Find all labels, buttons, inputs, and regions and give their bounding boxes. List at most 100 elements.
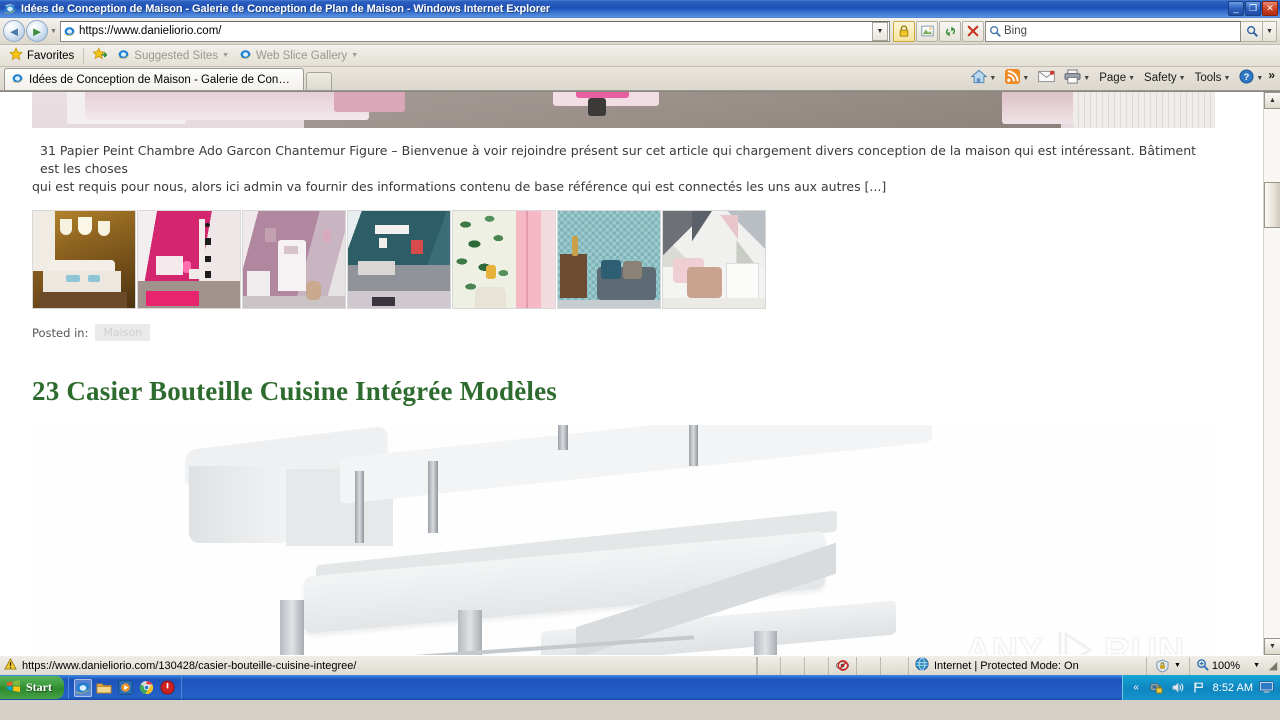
address-input[interactable]: https://www.danieliorio.com/ xyxy=(79,25,872,37)
star-icon xyxy=(9,47,23,64)
forward-button[interactable]: ► xyxy=(26,20,48,42)
taskbar-chrome-icon[interactable] xyxy=(137,679,155,697)
zoom-level-label: 100% xyxy=(1211,659,1241,672)
taskbar-folder-icon[interactable] xyxy=(95,679,113,697)
search-go-button[interactable] xyxy=(1241,20,1263,42)
thumbnail-image[interactable] xyxy=(347,210,451,309)
recent-pages-caret[interactable]: ▼ xyxy=(50,28,57,35)
flag-icon[interactable] xyxy=(1192,680,1207,695)
chevron-down-icon[interactable]: ▼ xyxy=(1253,662,1260,669)
tab-bar: Idées de Conception de Maison - Galerie … xyxy=(0,67,1280,91)
scrollbar-thumb[interactable] xyxy=(1264,182,1280,228)
hero-wall-panel xyxy=(1073,92,1215,128)
watermark-text-right: RUN xyxy=(1103,629,1185,655)
home-button[interactable]: ▼ xyxy=(967,68,1000,88)
browser-content-area: 31 Papier Peint Chambre Ado Garcon Chant… xyxy=(0,91,1280,655)
print-button[interactable]: ▼ xyxy=(1060,68,1094,88)
chevron-down-icon[interactable]: ▼ xyxy=(1128,75,1135,82)
thumbnail-image[interactable] xyxy=(32,210,136,309)
search-box[interactable]: Bing xyxy=(985,20,1241,42)
chevron-down-icon[interactable]: ▼ xyxy=(1083,75,1090,82)
show-hidden-icons-button[interactable]: « xyxy=(1129,680,1144,695)
start-button[interactable]: Start xyxy=(0,676,64,699)
help-button[interactable]: ? ▼ xyxy=(1235,68,1267,88)
thumbnail-image[interactable] xyxy=(557,210,661,309)
safety-menu-button[interactable]: Safety ▼ xyxy=(1140,68,1190,88)
scroll-down-button[interactable]: ▼ xyxy=(1264,638,1280,655)
chevron-down-icon[interactable]: ▼ xyxy=(1223,75,1230,82)
window-title-bar[interactable]: Idées de Conception de Maison - Galerie … xyxy=(0,0,1280,18)
window-title-text: Idées de Conception de Maison - Galerie … xyxy=(21,3,551,15)
close-button[interactable]: ✕ xyxy=(1262,1,1278,16)
security-zone-area[interactable]: Internet | Protected Mode: On xyxy=(909,657,1146,674)
chevron-down-icon[interactable]: ▼ xyxy=(1022,75,1029,82)
tab-active[interactable]: Idées de Conception de Maison - Galerie … xyxy=(4,68,304,90)
quick-launch-bar xyxy=(68,676,182,699)
network-icon[interactable] xyxy=(1150,680,1165,695)
status-bar: https://www.danieliorio.com/130428/casie… xyxy=(0,655,1280,675)
thumbnail-image[interactable] xyxy=(452,210,556,309)
zoom-control[interactable]: 100% ▼ xyxy=(1190,658,1266,674)
status-cell-5 xyxy=(881,656,909,675)
chevron-down-icon[interactable]: ▼ xyxy=(1174,662,1181,669)
stop-icon[interactable] xyxy=(962,20,984,42)
page-menu-button[interactable]: Page ▼ xyxy=(1095,68,1139,88)
volume-icon[interactable] xyxy=(1171,680,1186,695)
new-tab-button[interactable] xyxy=(306,72,332,90)
category-tag-link[interactable]: Maison xyxy=(95,324,151,341)
popup-blocked-icon[interactable] xyxy=(829,656,857,675)
chevron-down-icon[interactable]: ▼ xyxy=(989,75,996,82)
resize-grip[interactable]: ◢ xyxy=(1266,659,1280,672)
safety-menu-label: Safety xyxy=(1144,72,1177,84)
thumbnail-image[interactable] xyxy=(137,210,241,309)
rss-icon xyxy=(1005,69,1021,87)
web-slice-gallery-label: Web Slice Gallery xyxy=(256,49,348,62)
chevron-down-icon[interactable]: ▼ xyxy=(1179,75,1186,82)
compatibility-view-icon[interactable] xyxy=(916,20,938,42)
thumbnail-gallery xyxy=(32,210,1263,309)
protected-mode-button[interactable]: ▼ xyxy=(1145,656,1190,675)
taskbar-clock[interactable]: 8:52 AM xyxy=(1213,682,1253,694)
tools-menu-label: Tools xyxy=(1194,72,1222,84)
windows-logo-icon xyxy=(6,679,21,697)
feeds-button[interactable]: ▼ xyxy=(1001,68,1033,88)
status-cell-1 xyxy=(757,656,781,675)
taskbar-internet-explorer-icon[interactable] xyxy=(74,678,92,697)
thumbnail-image[interactable] xyxy=(662,210,766,309)
add-to-favorites-bar-button[interactable] xyxy=(88,47,112,65)
status-cell-3 xyxy=(805,656,829,675)
search-dropdown-button[interactable]: ▼ xyxy=(1263,20,1277,42)
web-slice-gallery-button[interactable]: Web Slice Gallery ▼ xyxy=(234,47,363,65)
search-input[interactable]: Bing xyxy=(1004,25,1027,37)
mail-icon xyxy=(1038,70,1056,86)
chevron-down-icon[interactable]: ▼ xyxy=(222,52,229,59)
scroll-up-button[interactable]: ▲ xyxy=(1264,92,1280,109)
chevron-down-icon[interactable]: ▼ xyxy=(351,52,358,59)
taskbar-media-player-icon[interactable] xyxy=(116,679,134,697)
suggested-sites-button[interactable]: Suggested Sites ▼ xyxy=(112,47,234,65)
address-bar[interactable]: https://www.danieliorio.com/ ▼ xyxy=(59,20,890,42)
chevron-down-icon[interactable]: ▼ xyxy=(1256,75,1263,82)
maximize-button[interactable]: ❐ xyxy=(1245,1,1261,16)
page-icon xyxy=(61,25,79,38)
thumbnail-image[interactable] xyxy=(242,210,346,309)
status-url-text: https://www.danieliorio.com/130428/casie… xyxy=(22,659,357,672)
show-desktop-icon[interactable] xyxy=(1259,680,1274,695)
lock-icon[interactable] xyxy=(893,20,915,42)
taskbar-power-icon[interactable] xyxy=(158,679,176,697)
posted-in-row: Posted in: Maison xyxy=(32,324,1263,341)
tools-menu-button[interactable]: Tools ▼ xyxy=(1191,68,1235,88)
refresh-icon[interactable] xyxy=(939,20,961,42)
back-button[interactable]: ◄ xyxy=(3,20,25,42)
mail-button[interactable] xyxy=(1034,68,1059,88)
post-title-link[interactable]: 23 Casier Bouteille Cuisine Intégrée Mod… xyxy=(32,376,1263,407)
security-zone-text: Internet | Protected Mode: On xyxy=(934,659,1079,672)
address-dropdown-button[interactable]: ▼ xyxy=(872,21,888,41)
post-featured-image[interactable]: ANY RUN xyxy=(32,424,1215,655)
status-cell-4 xyxy=(857,656,881,675)
command-bar-overflow-button[interactable]: » xyxy=(1268,68,1277,88)
vertical-scrollbar[interactable]: ▲ ▼ xyxy=(1263,92,1280,655)
favorites-button[interactable]: Favorites xyxy=(4,47,79,65)
window-controls[interactable]: _ ❐ ✕ xyxy=(1228,1,1278,16)
minimize-button[interactable]: _ xyxy=(1228,1,1244,16)
